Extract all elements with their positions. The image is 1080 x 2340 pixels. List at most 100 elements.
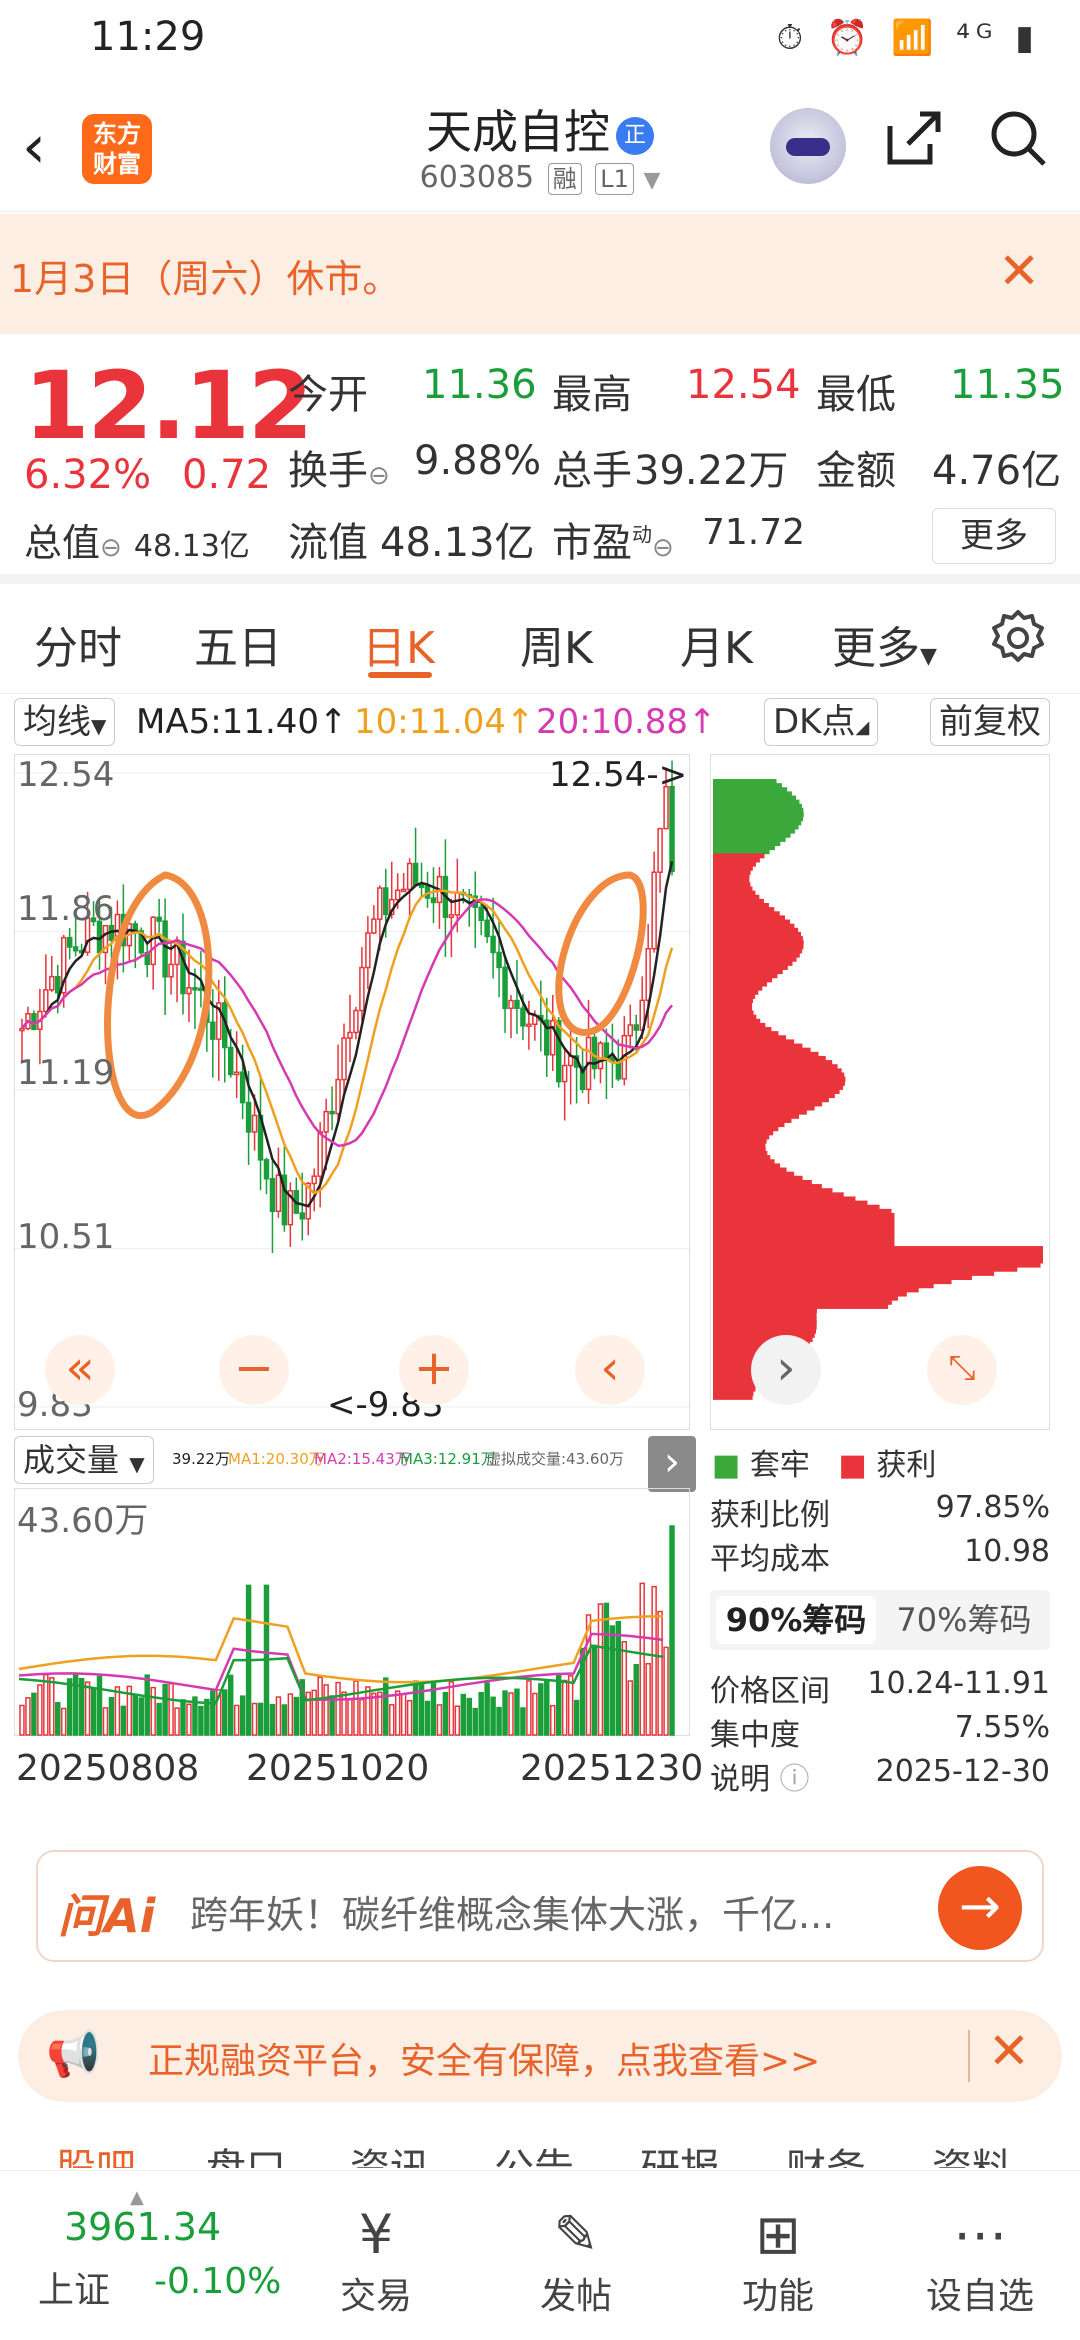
quote-panel: 12.12 6.32% 0.72 总值⊖ 48.13亿 今开 11.36 最高 … — [0, 334, 1080, 584]
volume-bar — [239, 1695, 246, 1736]
volume-bar — [406, 1699, 413, 1736]
volume-bar — [657, 1610, 663, 1736]
volume-bar — [359, 1698, 365, 1736]
chip-svg — [713, 779, 1043, 1400]
float-label: 流值 — [288, 520, 368, 566]
candle-body — [651, 871, 657, 950]
volume-bar — [651, 1585, 657, 1736]
chip-distribution[interactable]: › ⤡ — [710, 754, 1050, 1430]
vol-ma3: MA3:12.91万 — [400, 1450, 496, 1468]
index-value[interactable]: 3961.34 — [64, 2205, 221, 2249]
adjust-select[interactable]: 前复权 — [930, 698, 1050, 746]
tab-five-day[interactable]: 五日 — [194, 612, 282, 676]
tab-daily-k[interactable]: 日K — [362, 612, 435, 676]
tab-profile[interactable]: 资料 — [932, 2136, 1012, 2168]
pe-sup: 动 — [632, 522, 652, 547]
seg-70-button[interactable]: 70%筹码 — [884, 1596, 1044, 1644]
status-time: 11:29 — [90, 14, 206, 60]
tab-announcement[interactable]: 公告 — [494, 2136, 574, 2168]
more-quote-button[interactable]: 更多 — [932, 508, 1056, 564]
stock-subtitle[interactable]: 603085 融 L1 ▼ — [300, 160, 780, 195]
nav-trade[interactable]: ¥ 交易 — [306, 2203, 446, 2319]
amount-label: 金额 — [816, 448, 896, 494]
y-tick-label: 10.51 — [17, 1217, 115, 1257]
candle-body — [448, 914, 455, 918]
back-arrow-icon[interactable]: ‹ — [22, 112, 82, 182]
info-icon[interactable]: ⓘ — [780, 1762, 810, 1797]
expand-icon[interactable]: ⤡ — [927, 1335, 997, 1405]
candle-body — [383, 887, 389, 916]
nav-function[interactable]: ⊞ 功能 — [708, 2203, 848, 2319]
tab-monthly-k[interactable]: 月K — [680, 612, 753, 676]
x-date-label: 20250808 — [16, 1748, 200, 1789]
tab-pankou[interactable]: 盘口 — [206, 2136, 286, 2168]
open-value: 11.36 — [422, 362, 537, 408]
tab-research[interactable]: 研报 — [640, 2136, 720, 2168]
info-circle-icon: ⊖ — [100, 533, 122, 563]
volume-bar — [615, 1620, 622, 1736]
candle-body — [394, 889, 401, 901]
trapped-legend-label: 套牢 — [749, 1448, 810, 1483]
tab-news[interactable]: 资讯 — [350, 2136, 430, 2168]
zoom-in-icon[interactable]: + — [399, 1335, 469, 1405]
note-row[interactable]: 说明 ⓘ 2025-12-30 — [710, 1754, 1050, 1798]
profit-legend-label: 获利 — [876, 1448, 937, 1483]
caret-down-icon: ▼ — [91, 714, 107, 738]
market-cap[interactable]: 总值⊖ 48.13亿 — [24, 512, 250, 567]
volume-bar — [472, 1707, 478, 1736]
tab-finance[interactable]: 财务 — [786, 2136, 866, 2168]
chevron-right-icon[interactable]: › — [648, 1436, 696, 1492]
index-name: 上证 — [38, 2270, 111, 2311]
candle-body — [645, 947, 651, 1002]
ad-banner[interactable]: 📢 正规融资平台，安全有保障，点我查看>> ✕ — [18, 2010, 1062, 2102]
chevron-right-icon[interactable]: › — [751, 1335, 821, 1405]
volume-bar — [371, 1692, 377, 1736]
tab-intraday[interactable]: 分时 — [34, 612, 122, 676]
candle-body — [520, 1007, 526, 1027]
volume-bar — [412, 1680, 419, 1736]
volume-bar — [204, 1698, 210, 1736]
dk-point-select[interactable]: DK点◢ — [764, 698, 879, 746]
avg-cost-label: 平均成本 — [710, 1542, 830, 1577]
ma20-value: 20:10.88↑ — [536, 702, 717, 742]
chevron-left-icon[interactable]: ‹ — [575, 1335, 645, 1405]
rewind-icon[interactable]: « — [45, 1335, 115, 1405]
close-icon[interactable]: ✕ — [988, 2022, 1030, 2080]
ai-news-banner[interactable]: 问Ai 跨年妖！碳纤维概念集体大涨，千亿... → — [36, 1850, 1044, 1962]
zoom-out-icon[interactable]: − — [219, 1335, 289, 1405]
settings-gear-icon[interactable] — [988, 608, 1048, 668]
search-icon[interactable] — [978, 106, 1058, 190]
ma-select[interactable]: 均线▼ — [14, 698, 116, 746]
ai-logo: 问Ai — [58, 1889, 156, 1943]
ma10-value: 10:11.04↑ — [354, 702, 535, 742]
ai-robot-icon[interactable] — [770, 108, 846, 184]
volume-bar — [424, 1700, 431, 1736]
volume-bar — [114, 1686, 121, 1736]
ai-news-text: 跨年妖！碳纤维概念集体大涨，千亿... — [190, 1893, 835, 1937]
candle-body — [627, 1024, 634, 1037]
volume-bar — [526, 1680, 532, 1736]
candle-body — [275, 1174, 282, 1213]
change-percent: 6.32% — [24, 452, 152, 498]
tab-weekly-k[interactable]: 周K — [520, 612, 593, 676]
x-date-label: 20251020 — [246, 1748, 430, 1789]
share-icon[interactable] — [874, 106, 954, 190]
volume-chart[interactable]: 43.60万 — [14, 1488, 690, 1736]
high-label: 最高 — [552, 372, 632, 418]
nav-add-watchlist[interactable]: ⋯ 设自选 — [910, 2203, 1050, 2319]
indicator-select[interactable]: 成交量 ▼ — [14, 1436, 154, 1484]
stock-code: 603085 — [419, 160, 535, 195]
kline-chart[interactable]: 12.54 11.86 11.19 10.51 9.83 12.54-> <-9… — [14, 754, 691, 1430]
volume-bar — [448, 1681, 455, 1736]
open-label: 今开 — [288, 372, 368, 418]
index-change: -0.10% — [154, 2261, 282, 2302]
volume-bar — [353, 1680, 359, 1736]
arrow-right-icon[interactable]: → — [938, 1866, 1022, 1950]
tab-guba[interactable]: 股吧 — [56, 2136, 136, 2168]
close-icon[interactable]: ✕ — [998, 242, 1040, 300]
seg-90-button[interactable]: 90%筹码 — [716, 1596, 876, 1644]
caret-down-icon: ▼ — [129, 1452, 145, 1476]
margin-tag: 融 — [547, 163, 582, 195]
tab-more[interactable]: 更多▼ — [832, 612, 937, 676]
nav-post[interactable]: ✎ 发帖 — [506, 2203, 646, 2319]
